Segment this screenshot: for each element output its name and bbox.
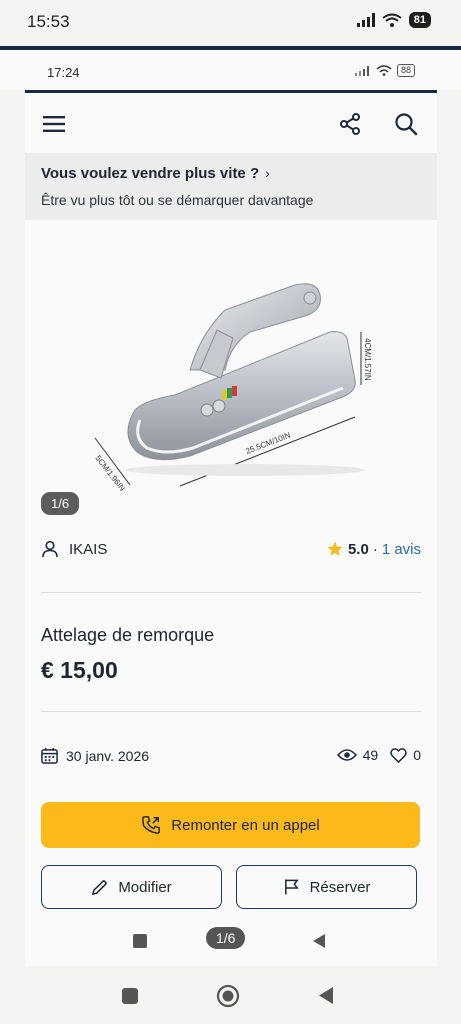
search-button[interactable]	[391, 109, 421, 139]
seller-row: IKAIS 5.0 · 1 avis	[41, 535, 421, 565]
outer-clock: 15:53	[27, 12, 70, 31]
outer-battery-indicator: 81	[408, 12, 431, 28]
inner-navigation-bar: 1/6	[25, 922, 437, 966]
app-bar	[25, 93, 437, 153]
seller-name: IKAIS	[69, 540, 108, 558]
divider	[41, 592, 421, 593]
search-icon	[395, 113, 418, 136]
promo-banner[interactable]: Vous voulez vendre plus vite ? › Être vu …	[25, 153, 437, 220]
inner-status-bar: 17:24 88	[25, 50, 437, 90]
boost-call-label: Remonter en un appel	[171, 816, 320, 834]
menu-icon	[43, 116, 65, 132]
reserve-button[interactable]: Réserver	[236, 865, 417, 909]
edit-button[interactable]: Modifier	[41, 865, 222, 909]
share-icon	[340, 113, 360, 135]
signal-icon	[356, 13, 375, 27]
listing-price: € 15,00	[41, 657, 118, 683]
inner-battery-indicator: 88	[396, 64, 415, 77]
outer-status-icons: 81	[356, 12, 431, 28]
inner-status-icons: 88	[354, 64, 415, 77]
home-icon[interactable]	[216, 984, 240, 1008]
reserve-label: Réserver	[309, 878, 371, 896]
signal-icon	[354, 65, 369, 76]
system-navigation-bar	[0, 966, 461, 1024]
page-indicator: 1/6	[206, 927, 246, 949]
outer-status-bar: 15:53 81	[0, 0, 461, 46]
reviews-link[interactable]: 1 avis	[382, 541, 421, 558]
star-icon	[327, 541, 343, 556]
share-button[interactable]	[335, 109, 365, 139]
menu-button[interactable]	[39, 109, 69, 139]
dimension-height-label: 4CM/1.57IN	[363, 338, 372, 381]
publish-date-text: 30 janv. 2026	[66, 747, 150, 764]
views-count: 49	[362, 747, 379, 763]
pencil-icon	[92, 879, 108, 895]
promo-title-text: Vous voulez vendre plus vite ?	[41, 165, 260, 182]
eye-icon	[336, 749, 357, 761]
product-photo[interactable]: 25.5CM/10IN 5CM/1.96IN 4CM/1.57IN 1/6	[25, 220, 437, 525]
rating-separator: ·	[372, 540, 378, 558]
heart-icon	[390, 747, 407, 763]
wifi-icon	[376, 65, 392, 76]
inner-clock: 17:24	[47, 65, 80, 80]
coupler-image: 25.5CM/10IN 5CM/1.96IN 4CM/1.57IN	[93, 283, 372, 493]
rating-summary[interactable]: 5.0 · 1 avis	[326, 540, 421, 558]
recents-button[interactable]	[122, 988, 138, 1004]
promo-subtitle: Être vu plus tôt ou se démarquer davanta…	[41, 192, 314, 208]
app-screen: 17:24 88 Vous voulez vendre plus vite ? …	[25, 50, 437, 966]
back-icon[interactable]	[318, 986, 334, 1005]
chevron-right-icon: ›	[265, 165, 270, 181]
boost-call-button[interactable]: Remonter en un appel	[41, 802, 420, 848]
listing-title: Attelage de remorque	[41, 625, 215, 645]
seller-link[interactable]: IKAIS	[41, 540, 107, 558]
rating-value: 5.0	[347, 540, 369, 558]
edit-label: Modifier	[118, 878, 172, 896]
divider	[41, 711, 421, 712]
recents-button[interactable]	[133, 934, 147, 948]
calendar-icon	[41, 747, 58, 764]
user-icon	[42, 540, 58, 558]
promo-title: Vous voulez vendre plus vite ? ›	[41, 165, 270, 182]
publish-date: 30 janv. 2026	[41, 747, 149, 764]
dimension-length-label: 25.5CM/10IN	[244, 430, 291, 455]
likes-count: 0	[413, 747, 421, 763]
phone-icon	[142, 816, 161, 834]
listing-meta: 30 janv. 2026 49 0	[41, 747, 421, 769]
photo-counter-badge: 1/6	[41, 492, 80, 515]
listing-stats: 49 0	[336, 747, 421, 763]
flag-icon	[284, 879, 299, 895]
wifi-icon	[382, 13, 402, 27]
back-icon[interactable]	[312, 933, 326, 949]
